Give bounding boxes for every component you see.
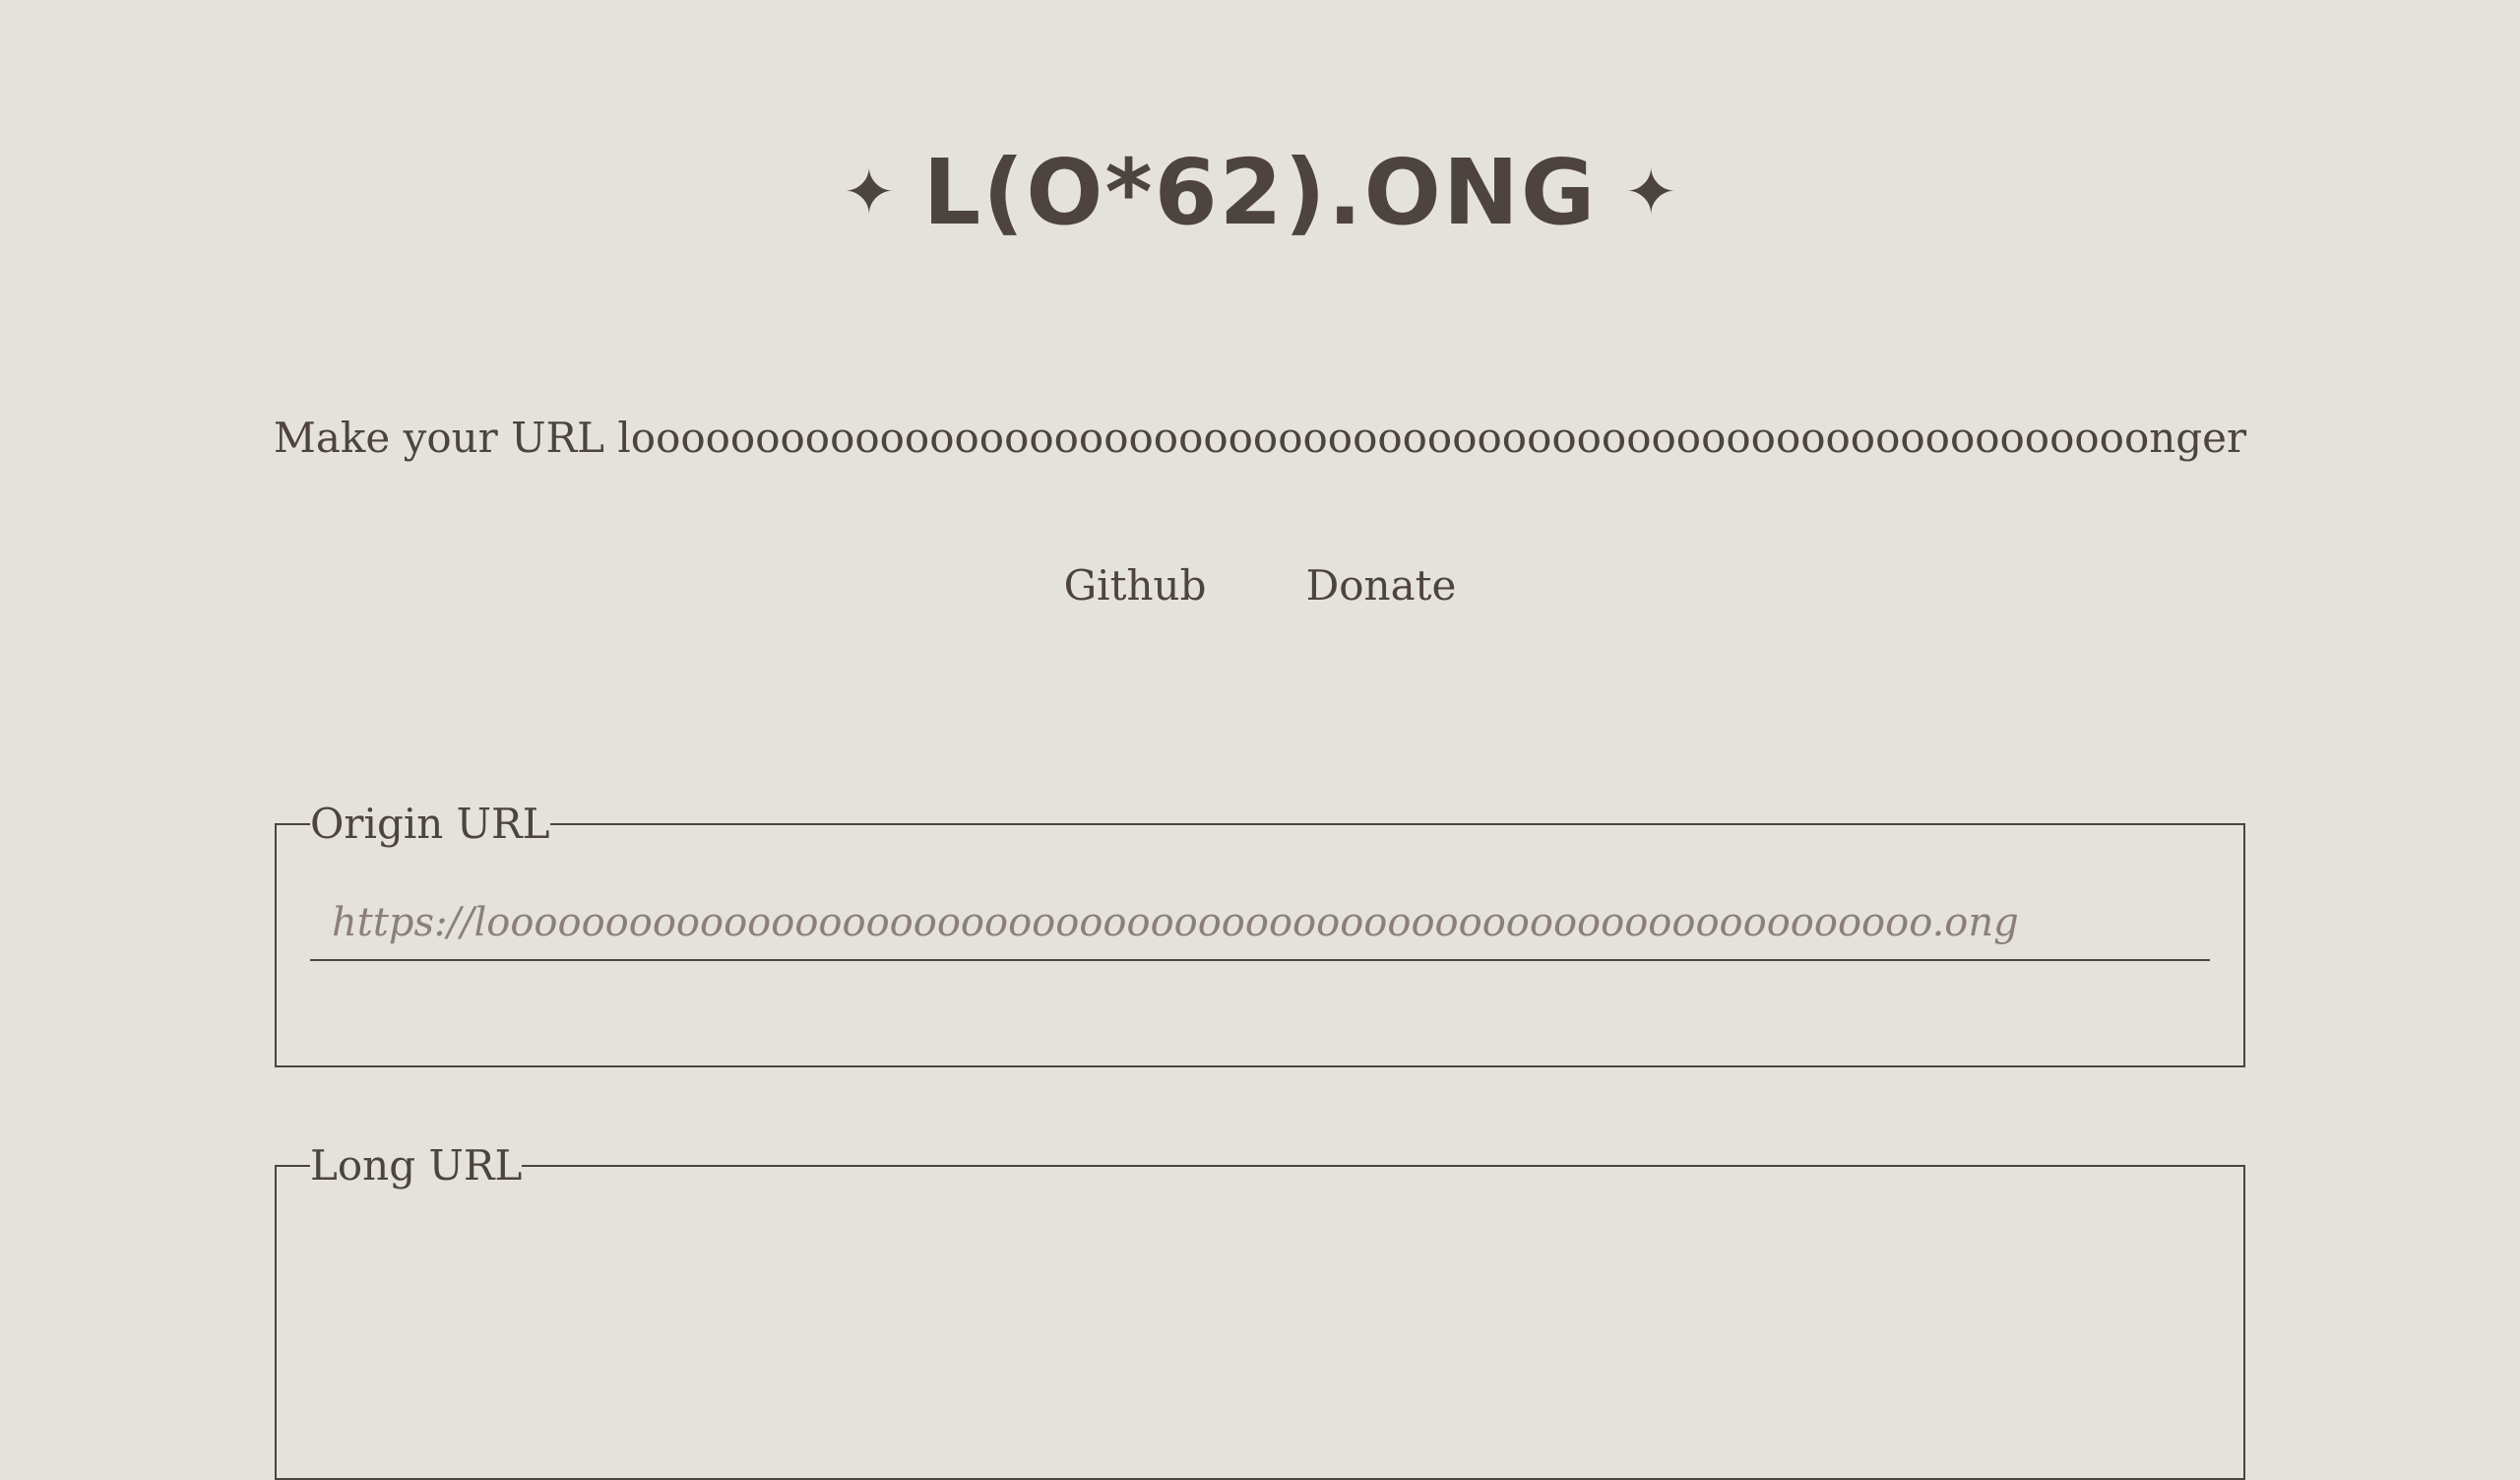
site-header: ✦ L(O*62).ONG ✦ bbox=[0, 148, 2520, 238]
tagline: Make your URL looooooooooooooooooooooooo… bbox=[273, 414, 2247, 462]
title-row: ✦ L(O*62).ONG ✦ bbox=[843, 148, 1677, 238]
nav-links: Github Donate bbox=[0, 561, 2520, 610]
long-url-fieldset: Long URL bbox=[275, 1145, 2245, 1480]
origin-url-input[interactable] bbox=[310, 892, 2210, 961]
site-title: L(O*62).ONG bbox=[922, 140, 1598, 245]
long-url-legend: Long URL bbox=[310, 1141, 523, 1190]
donate-link[interactable]: Donate bbox=[1306, 561, 1457, 610]
right-sparkle-icon: ✦ bbox=[1624, 157, 1677, 229]
origin-url-legend: Origin URL bbox=[310, 800, 550, 848]
left-sparkle-icon: ✦ bbox=[843, 157, 896, 229]
long-url-output bbox=[310, 1187, 2210, 1383]
origin-url-fieldset: Origin URL bbox=[275, 804, 2245, 1067]
github-link[interactable]: Github bbox=[1064, 561, 1207, 610]
